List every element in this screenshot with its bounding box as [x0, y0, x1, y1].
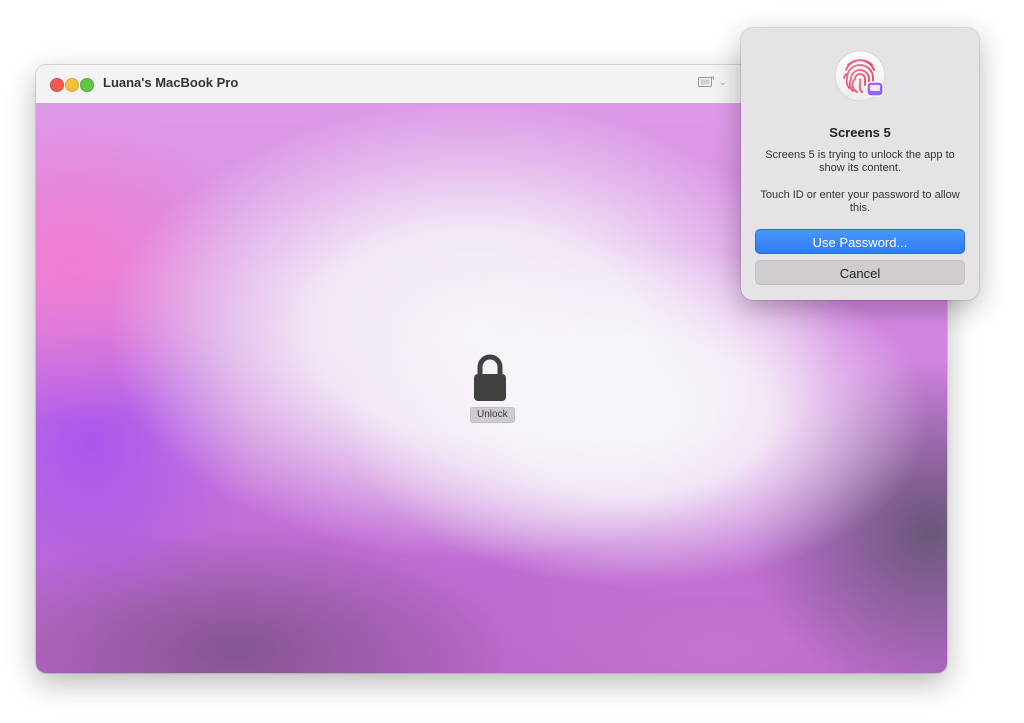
use-password-button[interactable]: Use Password...: [755, 229, 965, 254]
chevron-down-icon: ⌄: [719, 76, 727, 87]
zoom-window-button[interactable]: [80, 78, 94, 92]
dialog-instructions: Touch ID or enter your password to allow…: [760, 189, 960, 214]
dialog-message: Screens 5 is trying to unlock the app to…: [765, 149, 955, 174]
display-menu-button[interactable]: ⌄: [698, 76, 727, 88]
unlock-label[interactable]: Unlock: [470, 407, 515, 423]
touch-id-fingerprint-icon: [834, 50, 886, 102]
minimize-window-button[interactable]: [65, 78, 79, 92]
window-title: Luana's MacBook Pro: [103, 75, 239, 90]
dialog-title: Screens 5: [829, 125, 891, 140]
display-icon: [698, 76, 714, 87]
lock-icon[interactable]: [472, 353, 508, 403]
touch-id-dialog: Screens 5 Screens 5 is trying to unlock …: [741, 28, 979, 300]
cancel-button[interactable]: Cancel: [755, 260, 965, 285]
close-window-button[interactable]: [50, 78, 64, 92]
